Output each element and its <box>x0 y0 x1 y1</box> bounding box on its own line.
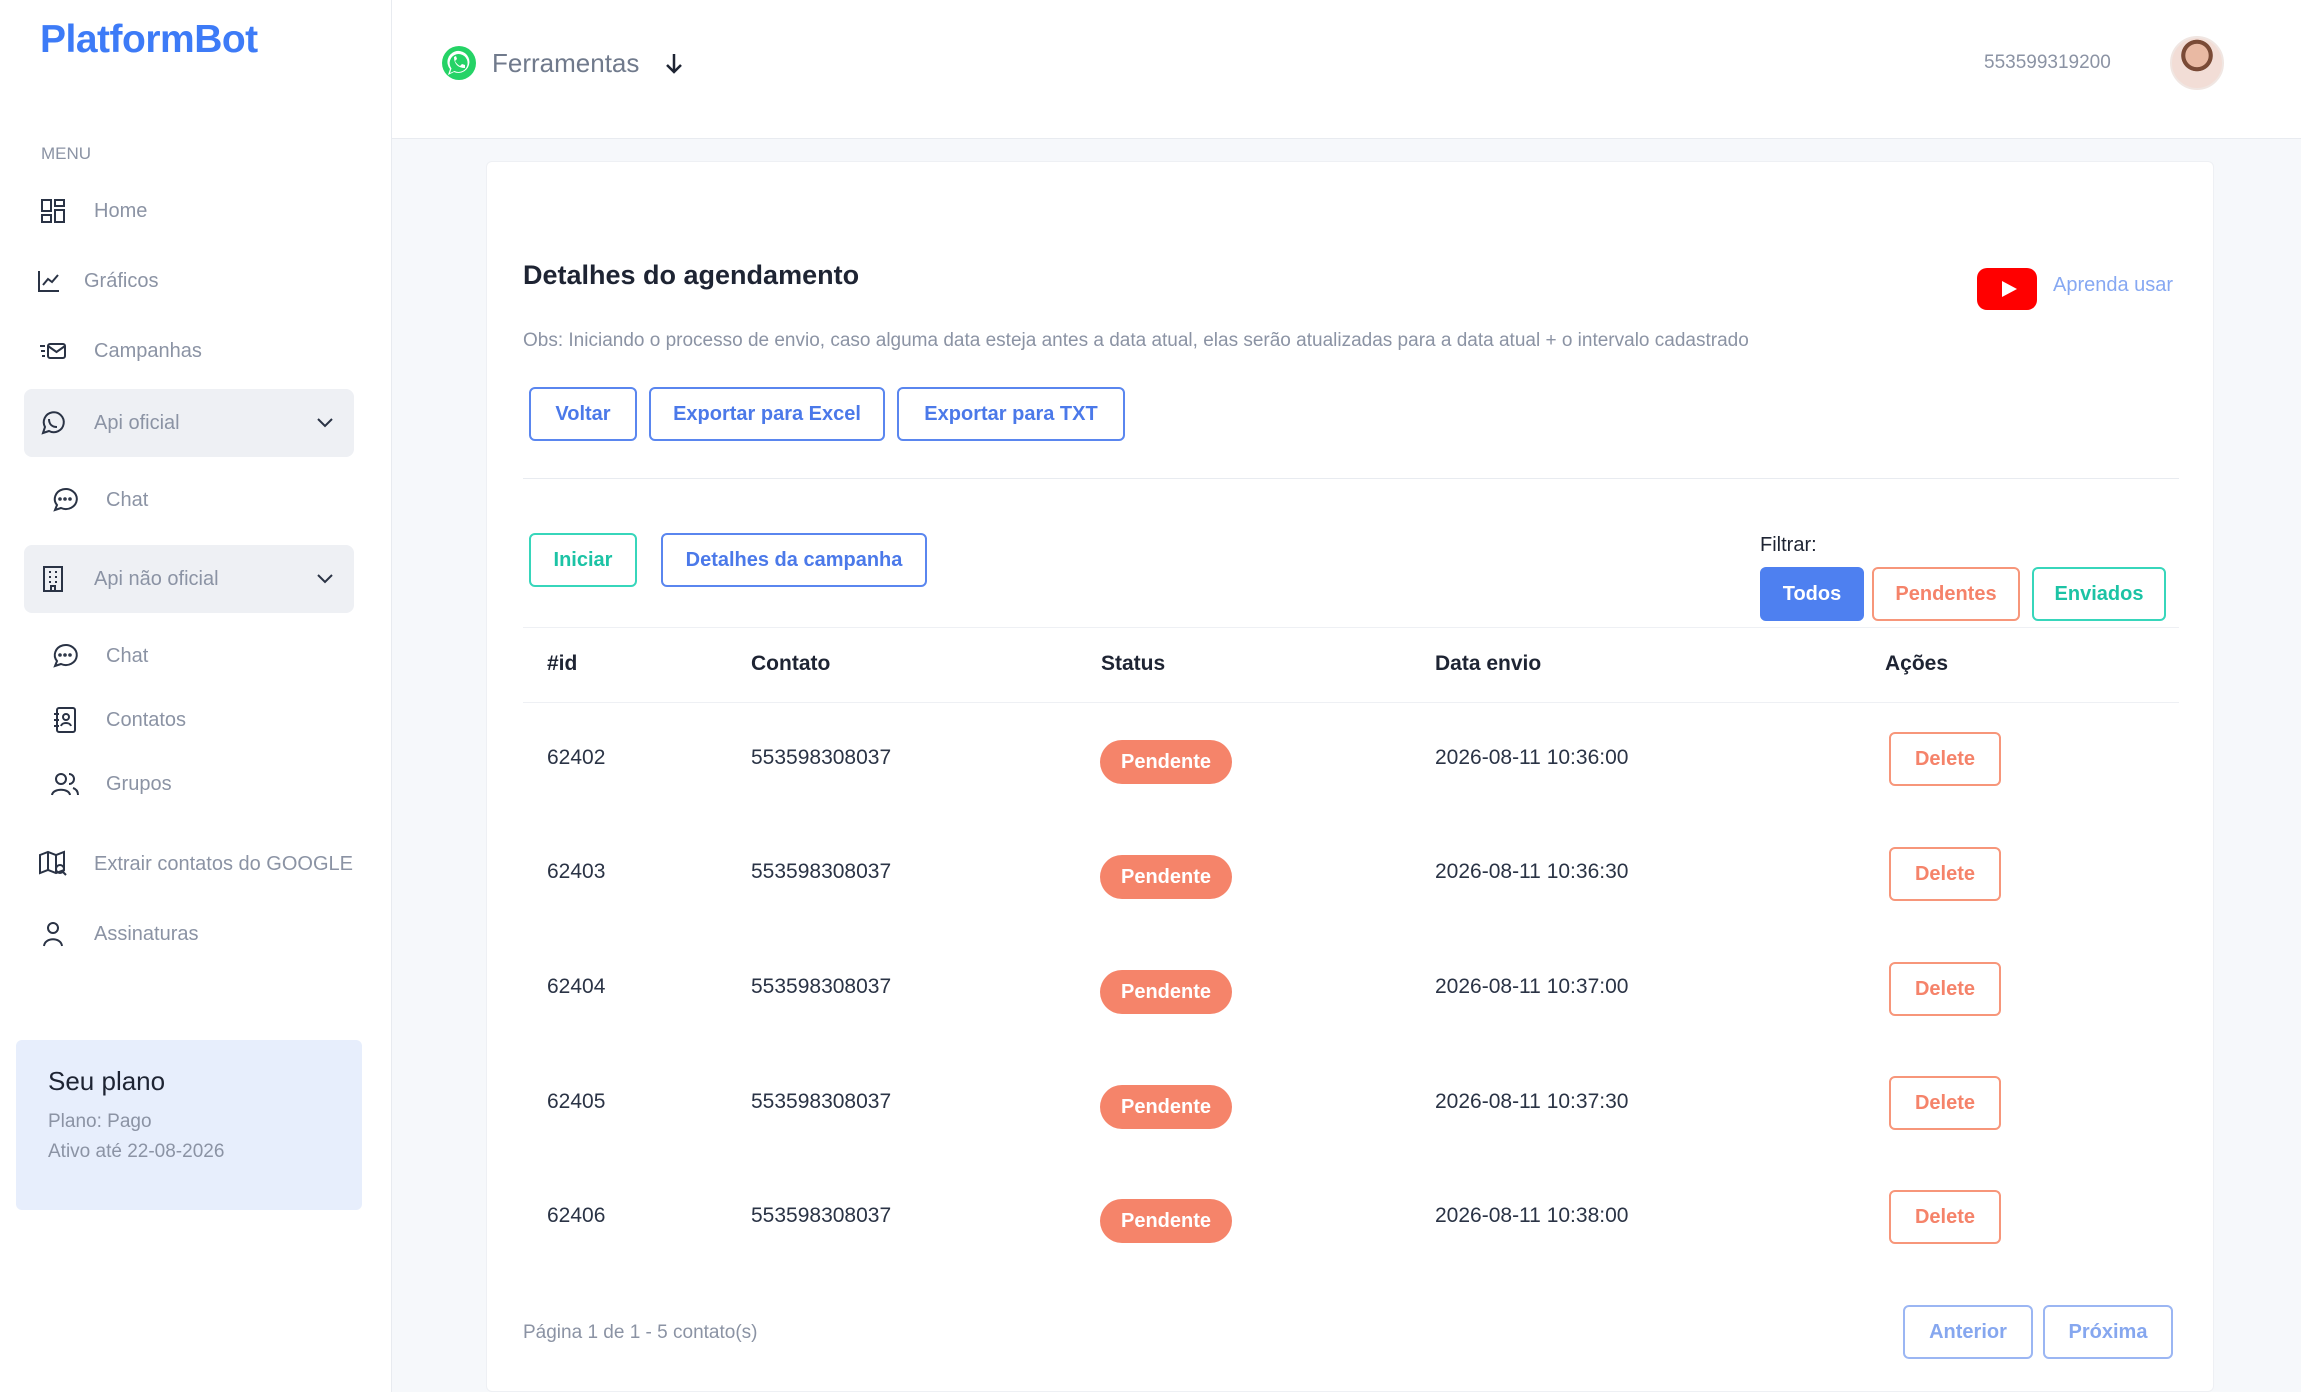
map-icon <box>38 849 68 879</box>
sidebar-item-campanhas[interactable]: Campanhas <box>24 317 354 385</box>
status-badge: Pendente <box>1100 740 1232 784</box>
cell-date: 2026-08-11 10:37:00 <box>1435 975 1629 998</box>
cell-date: 2026-08-11 10:36:00 <box>1435 746 1629 769</box>
status-badge: Pendente <box>1100 1199 1232 1243</box>
sidebar-item-label: Home <box>94 199 148 222</box>
sidebar-item-label: Gráficos <box>84 269 159 292</box>
col-header-date: Data envio <box>1435 652 1542 675</box>
cell-date: 2026-08-11 10:36:30 <box>1435 860 1629 883</box>
delete-button[interactable]: Delete <box>1889 1076 2001 1130</box>
sidebar-item-grupos[interactable]: Grupos <box>24 750 354 818</box>
export-excel-button[interactable]: Exportar para Excel <box>649 387 885 441</box>
sidebar-item-chat-oficial[interactable]: Chat <box>24 466 354 534</box>
chevron-down-icon[interactable] <box>314 411 336 439</box>
filter-all-button[interactable]: Todos <box>1760 567 1864 621</box>
col-header-actions: Ações <box>1885 652 1949 675</box>
sidebar-item-chat-nao-oficial[interactable]: Chat <box>24 622 354 690</box>
cell-id: 62405 <box>547 1090 606 1113</box>
back-button[interactable]: Voltar <box>529 387 637 441</box>
avatar[interactable] <box>2170 36 2224 90</box>
sidebar-item-label: Api oficial <box>94 411 180 434</box>
chat-icon <box>50 641 80 671</box>
chat-icon <box>50 485 80 515</box>
chart-icon <box>34 266 64 296</box>
delete-button[interactable]: Delete <box>1889 962 2001 1016</box>
col-header-id: #id <box>547 652 578 675</box>
col-header-contact: Contato <box>751 652 831 675</box>
status-badge: Pendente <box>1100 970 1232 1014</box>
cell-id: 62406 <box>547 1204 606 1227</box>
table-header-border <box>523 702 2179 703</box>
cell-contact: 553598308037 <box>751 746 892 769</box>
cell-contact: 553598308037 <box>751 975 892 998</box>
delete-button[interactable]: Delete <box>1889 847 2001 901</box>
sidebar-item-label: Assinaturas <box>94 922 199 945</box>
contacts-icon <box>50 705 80 735</box>
users-icon <box>50 769 80 799</box>
tools-dropdown[interactable]: Ferramentas <box>492 48 639 79</box>
plan-expiry: Ativo até 22-08-2026 <box>48 1141 225 1162</box>
next-page-button[interactable]: Próxima <box>2043 1305 2173 1359</box>
top-header: Ferramentas 553599319200 <box>392 0 2301 139</box>
pagination-info: Página 1 de 1 - 5 contato(s) <box>523 1322 758 1343</box>
sidebar-item-label: Campanhas <box>94 339 202 362</box>
chevron-down-icon[interactable] <box>314 567 336 595</box>
schedule-details-card: Detalhes do agendamento Aprenda usar Obs… <box>486 161 2214 1392</box>
sidebar-item-label: Api não oficial <box>94 567 219 590</box>
arrow-down-icon[interactable] <box>662 50 686 78</box>
account-phone: 553599319200 <box>1984 52 2111 73</box>
cell-contact: 553598308037 <box>751 1090 892 1113</box>
filter-label: Filtrar: <box>1760 534 1817 556</box>
cell-date: 2026-08-11 10:37:30 <box>1435 1090 1629 1113</box>
sidebar-item-label: Grupos <box>106 772 172 795</box>
whatsapp-icon <box>38 408 68 438</box>
menu-label: MENU <box>41 144 92 163</box>
sidebar-item-home[interactable]: Home <box>24 177 354 245</box>
export-txt-button[interactable]: Exportar para TXT <box>897 387 1125 441</box>
sidebar-item-assinaturas[interactable]: Assinaturas <box>24 900 354 968</box>
sidebar-item-api-nao-oficial[interactable]: Api não oficial <box>24 545 354 613</box>
plan-title: Seu plano <box>48 1066 166 1096</box>
mail-icon <box>38 336 68 366</box>
sidebar-item-graficos[interactable]: Gráficos <box>24 247 354 315</box>
filter-sent-button[interactable]: Enviados <box>2032 567 2166 621</box>
col-header-status: Status <box>1101 652 1166 675</box>
sidebar-item-extrair-google[interactable]: Extrair contatos do GOOGLE <box>24 830 354 898</box>
sidebar: PlatformBot MENU Home Gráficos Campanhas <box>0 0 392 1392</box>
cell-date: 2026-08-11 10:38:00 <box>1435 1204 1629 1227</box>
learn-link[interactable]: Aprenda usar <box>2053 274 2173 297</box>
user-icon <box>38 919 68 949</box>
delete-button[interactable]: Delete <box>1889 1190 2001 1244</box>
sidebar-item-contatos[interactable]: Contatos <box>24 686 354 754</box>
app: PlatformBot MENU Home Gráficos Campanhas <box>0 0 2301 1392</box>
sidebar-item-label: Chat <box>106 644 149 667</box>
campaign-details-button[interactable]: Detalhes da campanha <box>661 533 927 587</box>
building-icon <box>38 564 68 594</box>
start-button[interactable]: Iniciar <box>529 533 637 587</box>
cell-contact: 553598308037 <box>751 860 892 883</box>
dashboard-icon <box>38 196 68 226</box>
divider <box>523 478 2179 479</box>
whatsapp-icon <box>442 46 476 80</box>
plan-card: Seu plano Plano: Pago Ativo até 22-08-20… <box>16 1040 362 1210</box>
delete-button[interactable]: Delete <box>1889 732 2001 786</box>
status-badge: Pendente <box>1100 855 1232 899</box>
sidebar-item-label: Extrair contatos do GOOGLE <box>94 852 353 875</box>
previous-page-button[interactable]: Anterior <box>1903 1305 2033 1359</box>
status-badge: Pendente <box>1100 1085 1232 1129</box>
cell-contact: 553598308037 <box>751 1204 892 1227</box>
cell-id: 62402 <box>547 746 606 769</box>
cell-id: 62403 <box>547 860 606 883</box>
table-top-border <box>523 627 2179 628</box>
sidebar-item-label: Contatos <box>106 708 187 731</box>
sidebar-item-label: Chat <box>106 488 149 511</box>
obs-note: Obs: Iniciando o processo de envio, caso… <box>523 330 1749 351</box>
filter-pending-button[interactable]: Pendentes <box>1872 567 2020 621</box>
page-title: Detalhes do agendamento <box>523 260 860 290</box>
logo[interactable]: PlatformBot <box>40 18 258 62</box>
cell-id: 62404 <box>547 975 606 998</box>
sidebar-item-api-oficial[interactable]: Api oficial <box>24 389 354 457</box>
plan-type: Plano: Pago <box>48 1111 152 1132</box>
youtube-icon[interactable] <box>1977 268 2037 310</box>
